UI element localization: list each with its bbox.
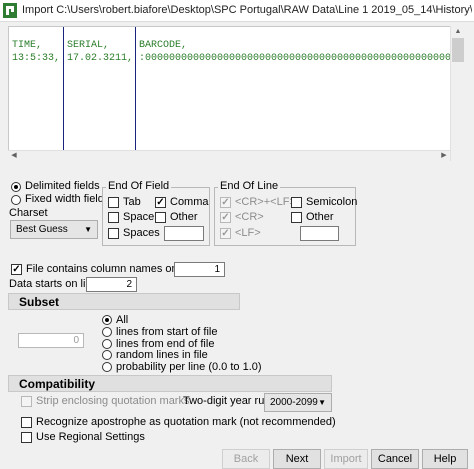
tab-label: Tab	[123, 196, 141, 208]
column-separator[interactable]	[135, 27, 136, 160]
app-icon	[3, 3, 17, 18]
apostrophe-checkbox[interactable]	[21, 417, 32, 428]
data-preview[interactable]: TIME, 13:5:33, SERIAL, 17.02.3211, BARCO…	[8, 26, 466, 161]
preview-header-time: TIME,	[12, 40, 43, 51]
strip-quotes-checkbox[interactable]	[21, 396, 32, 407]
crlf-label: <CR>+<LF>	[235, 196, 296, 208]
subset-end-radio[interactable]	[102, 339, 112, 349]
subset-probability-radio[interactable]	[102, 362, 112, 372]
fixed-width-radio[interactable]	[11, 195, 21, 205]
cr-label: <CR>	[235, 211, 264, 223]
spaces-label: Spaces	[123, 227, 160, 239]
chevron-down-icon: ▼	[84, 225, 92, 234]
delimited-label: Delimited fields	[25, 180, 100, 192]
import-button[interactable]: Import	[324, 449, 368, 469]
vertical-scroll-thumb[interactable]	[452, 38, 464, 62]
strip-quotes-label: Strip enclosing quotation marks	[36, 395, 190, 407]
subset-start-radio[interactable]	[102, 327, 112, 337]
subset-all-label: All	[116, 314, 129, 326]
cr-checkbox[interactable]	[220, 212, 231, 223]
crlf-checkbox[interactable]	[220, 197, 231, 208]
preview-header-serial: SERIAL,	[67, 40, 110, 51]
next-button[interactable]: Next	[273, 449, 321, 469]
preview-value-time: 13:5:33,	[12, 53, 61, 64]
horizontal-scrollbar[interactable]	[8, 150, 450, 161]
chevron-down-icon: ▼	[318, 398, 326, 407]
back-button[interactable]: Back	[222, 449, 270, 469]
regional-label: Use Regional Settings	[36, 431, 145, 443]
apostrophe-label: Recognize apostrophe as quotation mark (…	[36, 416, 336, 428]
window-title: Import C:\Users\robert.biafore\Desktop\S…	[22, 4, 472, 16]
cancel-button[interactable]: Cancel	[371, 449, 419, 469]
two-digit-dropdown[interactable]: 2000-2099 ▼	[264, 393, 332, 412]
charset-dropdown[interactable]: Best Guess ▼	[10, 220, 98, 239]
compatibility-title: Compatibility	[19, 377, 96, 391]
fixed-width-label: Fixed width fields	[25, 193, 110, 205]
comma-label: Comma	[170, 196, 209, 208]
two-digit-label: Two-digit year rule:	[183, 395, 276, 407]
data-start-line-input[interactable]: 2	[86, 277, 137, 292]
preview-header-barcode: BARCODE,	[139, 40, 188, 51]
semicolon-label: Semicolon	[306, 196, 358, 208]
subset-start-label: lines from start of file	[116, 326, 218, 338]
other-line-input[interactable]	[300, 226, 339, 241]
charset-value: Best Guess	[16, 224, 68, 235]
other-field-checkbox[interactable]	[155, 212, 166, 223]
regional-checkbox[interactable]	[21, 432, 32, 443]
scroll-left-icon[interactable]: ◀	[8, 150, 20, 161]
spaces-checkbox[interactable]	[108, 228, 119, 239]
subset-title: Subset	[19, 295, 60, 309]
other-field-label: Other	[170, 211, 198, 223]
subset-section-header[interactable]: Subset	[8, 293, 240, 310]
scroll-up-icon[interactable]: ▲	[450, 26, 466, 38]
end-of-line-title: End Of Line	[218, 180, 281, 192]
scroll-right-icon[interactable]: ▶	[438, 150, 450, 161]
subset-count-input[interactable]: 0	[18, 333, 84, 348]
delimited-radio[interactable]	[11, 182, 21, 192]
comma-checkbox[interactable]	[155, 197, 166, 208]
lf-label: <LF>	[235, 227, 261, 239]
charset-label: Charset	[9, 207, 48, 219]
two-digit-value: 2000-2099	[270, 397, 318, 408]
other-line-checkbox[interactable]	[291, 212, 302, 223]
preview-value-barcode: :000000000000000000000000000000000000000…	[139, 53, 466, 64]
tab-checkbox[interactable]	[108, 197, 119, 208]
column-separator[interactable]	[63, 27, 64, 160]
subset-random-radio[interactable]	[102, 350, 112, 360]
other-line-label: Other	[306, 211, 334, 223]
subset-random-label: random lines in file	[116, 349, 208, 361]
space-checkbox[interactable]	[108, 212, 119, 223]
semicolon-checkbox[interactable]	[291, 197, 302, 208]
column-names-line-input[interactable]: 1	[174, 262, 225, 277]
lf-checkbox[interactable]	[220, 228, 231, 239]
preview-value-serial: 17.02.3211,	[67, 53, 134, 64]
end-of-field-title: End Of Field	[106, 180, 172, 192]
other-field-input[interactable]	[164, 226, 204, 241]
subset-probability-label: probability per line (0.0 to 1.0)	[116, 361, 262, 373]
subset-all-radio[interactable]	[102, 315, 112, 325]
help-button[interactable]: Help	[422, 449, 468, 469]
space-label: Space	[123, 211, 155, 223]
compatibility-section-header[interactable]: Compatibility	[8, 375, 332, 392]
column-names-checkbox[interactable]	[11, 264, 22, 275]
